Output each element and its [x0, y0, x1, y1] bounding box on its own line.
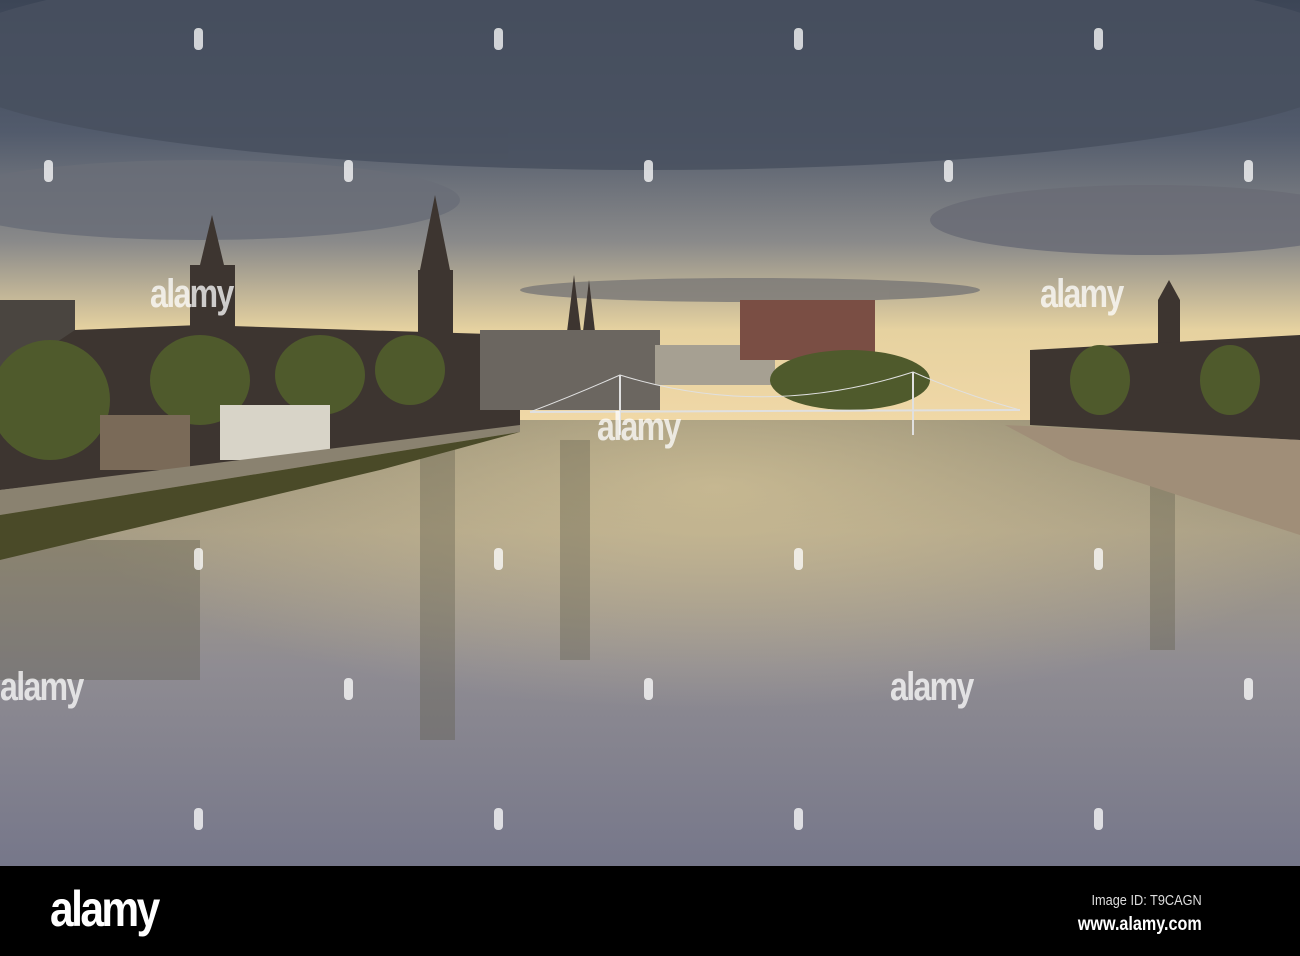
watermark-mark — [944, 160, 953, 182]
watermark-mark — [1094, 808, 1103, 830]
watermark-mark — [194, 548, 203, 570]
image-id: Image ID: T9CAGN — [1091, 892, 1202, 909]
footer-bar: alamy Image ID: T9CAGN www.alamy.com — [0, 866, 1300, 956]
watermark-mark — [794, 548, 803, 570]
watermark-mark — [494, 548, 503, 570]
watermark-text: alamy — [0, 665, 84, 709]
watermark-mark — [194, 28, 203, 50]
watermark-text: alamy — [597, 405, 681, 449]
watermark-mark — [1244, 160, 1253, 182]
watermark-mark — [194, 808, 203, 830]
watermark-text: alamy — [890, 665, 974, 709]
watermark-mark — [494, 28, 503, 50]
watermark-mark — [1094, 548, 1103, 570]
watermark-text: alamy — [1040, 272, 1124, 316]
watermark-mark — [1244, 678, 1253, 700]
watermark-mark — [494, 808, 503, 830]
website-url: www.alamy.com — [1078, 914, 1202, 935]
watermark-mark — [644, 160, 653, 182]
watermark-mark — [344, 160, 353, 182]
watermark-mark — [794, 28, 803, 50]
watermark-mark — [1094, 28, 1103, 50]
watermark-mark — [644, 678, 653, 700]
stock-photo-page: alamy alamy alamy alamy alamy alamy Imag… — [0, 0, 1300, 956]
watermark-mark — [344, 678, 353, 700]
watermark-mark — [44, 160, 53, 182]
watermark-mark — [794, 808, 803, 830]
watermark-text: alamy — [150, 272, 234, 316]
alamy-logo: alamy — [50, 881, 160, 937]
